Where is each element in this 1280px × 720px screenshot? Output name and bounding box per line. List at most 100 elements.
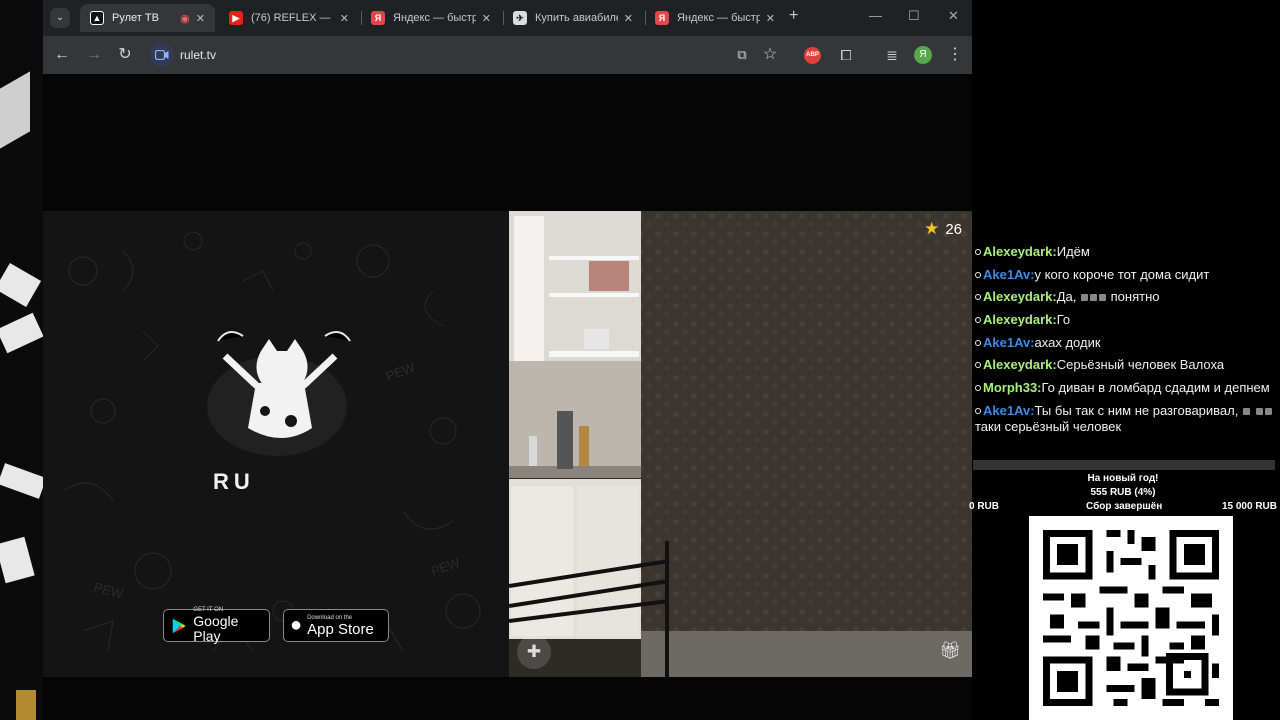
google-play-button[interactable]: GET IT ON Google Play bbox=[163, 607, 270, 644]
chat-text-after: таки серьёзный человек bbox=[975, 418, 1122, 434]
close-tab-icon[interactable]: ✕ bbox=[196, 12, 205, 25]
close-tab-icon[interactable]: ✕ bbox=[624, 12, 633, 25]
yandex-icon: Я bbox=[371, 11, 385, 25]
new-tab-button[interactable]: + bbox=[789, 7, 798, 25]
recording-icon: ◉ bbox=[180, 12, 190, 25]
maximize-button[interactable]: ☐ bbox=[908, 8, 920, 24]
tab-strip: ⌄ ▲ Рулет ТВ ◉ ✕ ▶ (76) REFLEX — П ✕ Я Я… bbox=[43, 0, 972, 36]
emote-icon bbox=[1255, 407, 1263, 415]
apple-icon: ● bbox=[290, 614, 303, 636]
tab-title: Рулет ТВ bbox=[112, 12, 159, 24]
tab-title: Яндекс — быстр bbox=[393, 12, 476, 24]
close-window-button[interactable]: ✕ bbox=[948, 8, 959, 24]
donation-scale: 0 RUB Сбор завершён 15 000 RUB bbox=[966, 500, 1280, 514]
chat-dot-icon bbox=[975, 362, 981, 369]
close-tab-icon[interactable]: ✕ bbox=[766, 12, 775, 25]
media-controls-icon[interactable]: ≣ bbox=[882, 45, 902, 65]
chat-dot-icon bbox=[975, 385, 981, 392]
adblock-extension-icon[interactable]: ABP bbox=[804, 47, 821, 64]
gift-icon[interactable]: 🎁︎ bbox=[938, 639, 962, 663]
reload-icon[interactable]: ↻ bbox=[115, 45, 135, 65]
donation-max: 15 000 RUB bbox=[1221, 501, 1277, 512]
brand-logo-text: RU bbox=[213, 469, 255, 494]
chat-nick: Ake1Av: bbox=[983, 334, 1035, 350]
chat-nick: Alexeydark: bbox=[983, 312, 1057, 328]
cat-logo-icon bbox=[207, 331, 351, 456]
tab-yandex-1[interactable]: Я Яндекс — быстр ✕ bbox=[361, 4, 501, 32]
site-info-icon[interactable] bbox=[150, 43, 174, 67]
camera-scene bbox=[509, 211, 972, 677]
chat-nick: Alexeydark: bbox=[983, 244, 1057, 259]
tab-title: (76) REFLEX — П bbox=[251, 12, 334, 24]
page-content: PEW PEW PEW RU GET IT ON Google Play ● D… bbox=[43, 74, 972, 720]
emote-icon bbox=[1090, 294, 1097, 302]
chat-text: Го bbox=[1056, 312, 1071, 328]
chat-nick: Alexeydark: bbox=[983, 357, 1057, 373]
menu-icon[interactable]: ⋮ bbox=[945, 45, 965, 65]
arrow-left-icon[interactable]: ← bbox=[52, 45, 72, 65]
svg-text:PEW: PEW bbox=[384, 359, 418, 383]
browser-window: ⌄ ▲ Рулет ТВ ◉ ✕ ▶ (76) REFLEX — П ✕ Я Я… bbox=[43, 0, 972, 720]
donation-min: 0 RUB bbox=[969, 501, 1000, 512]
tab-search-button[interactable]: ⌄ bbox=[50, 8, 70, 28]
chat-text-before: Да, bbox=[1056, 289, 1077, 305]
chat-text: у кого короче тот дома сидит bbox=[1034, 266, 1210, 282]
tab-rulet[interactable]: ▲ Рулет ТВ ◉ ✕ bbox=[80, 4, 215, 32]
close-tab-icon[interactable]: ✕ bbox=[340, 12, 349, 25]
donation-goal: На новый год! 555 RUB (4%) 0 RUB Сбор за… bbox=[966, 472, 1280, 514]
extensions-icon[interactable]: ⧠ bbox=[836, 45, 856, 65]
minimize-button[interactable]: — bbox=[869, 8, 882, 23]
chat-dot-icon bbox=[975, 339, 981, 346]
app-store-button[interactable]: ● Download on the App Store bbox=[283, 609, 389, 642]
chat-overlay: Alexeydark:Идём Ake1Av:у кого короче тот… bbox=[973, 244, 1280, 442]
app-promo-panel: PEW PEW PEW RU GET IT ON Google Play ● D… bbox=[43, 211, 509, 677]
youtube-icon: ▶ bbox=[229, 11, 243, 25]
google-play-big-text: Google Play bbox=[193, 613, 239, 644]
qr-code-image bbox=[1029, 516, 1233, 720]
chat-text: Ты бы так с ним не разговаривал, bbox=[1034, 402, 1239, 418]
score-counter: ★ 26 bbox=[924, 219, 962, 239]
tab-youtube[interactable]: ▶ (76) REFLEX — П ✕ bbox=[219, 4, 359, 32]
qr-code bbox=[1029, 516, 1233, 720]
star-icon: ★ bbox=[924, 219, 940, 238]
tab-yandex-2[interactable]: Я Яндекс — быстр ✕ bbox=[645, 4, 785, 32]
yandex-icon: Я bbox=[655, 11, 669, 25]
tab-aviasales[interactable]: ✈ Купить авиабилє ✕ bbox=[503, 4, 643, 32]
chat-dot-icon bbox=[975, 317, 981, 324]
tab-title: Яндекс — быстр bbox=[677, 12, 760, 24]
app-store-big-text: App Store bbox=[307, 620, 374, 638]
donation-title: На новый год! bbox=[1087, 473, 1159, 484]
background-scene bbox=[0, 0, 44, 720]
star-icon[interactable]: ☆ bbox=[760, 45, 780, 65]
chat-dot-icon bbox=[975, 271, 981, 278]
install-app-icon[interactable]: ⧉ bbox=[732, 45, 752, 65]
google-play-icon bbox=[172, 618, 186, 633]
emote-icon bbox=[1099, 294, 1106, 302]
chat-text: Идём bbox=[1056, 244, 1090, 259]
tab-title: Купить авиабилє bbox=[535, 12, 618, 24]
chat-input-bar bbox=[973, 460, 1275, 470]
chat-message: Alexeydark:Серьёзный человек Валоха bbox=[973, 357, 1280, 373]
chat-text: Серьёзный человек Валоха bbox=[1056, 357, 1225, 373]
chat-dot-icon bbox=[975, 407, 981, 414]
aviasales-icon: ✈ bbox=[513, 11, 527, 25]
chat-text: понятно bbox=[1110, 289, 1160, 305]
svg-text:PEW: PEW bbox=[92, 579, 125, 601]
rulet-favicon-icon: ▲ bbox=[90, 11, 104, 25]
emote-icon bbox=[1264, 407, 1272, 415]
close-tab-icon[interactable]: ✕ bbox=[482, 12, 491, 25]
browser-toolbar: ← → ↻ rulet.tv ⧉ ☆ ABP ⧠ ≣ Я ⋮ bbox=[43, 36, 972, 74]
chat-message: Ake1Av:у кого короче тот дома сидит bbox=[973, 267, 1280, 283]
chat-message: Ake1Av:ахах додик bbox=[973, 335, 1280, 351]
gamepad-icon[interactable]: ✚ bbox=[517, 635, 551, 669]
address-bar[interactable]: rulet.tv bbox=[147, 41, 737, 69]
profile-avatar[interactable]: Я bbox=[914, 46, 932, 64]
chat-text: ахах додик bbox=[1034, 334, 1101, 350]
donation-status: Сбор завершён bbox=[1086, 501, 1163, 512]
chat-message: Morph33:Го диван в ломбард сдадим и депн… bbox=[973, 380, 1280, 396]
emote-icon bbox=[1081, 294, 1088, 302]
chat-dot-icon bbox=[975, 249, 981, 255]
doodle-pattern: PEW PEW PEW bbox=[62, 231, 481, 652]
chat-dot-icon bbox=[975, 294, 981, 301]
arrow-right-icon[interactable]: → bbox=[84, 45, 104, 65]
